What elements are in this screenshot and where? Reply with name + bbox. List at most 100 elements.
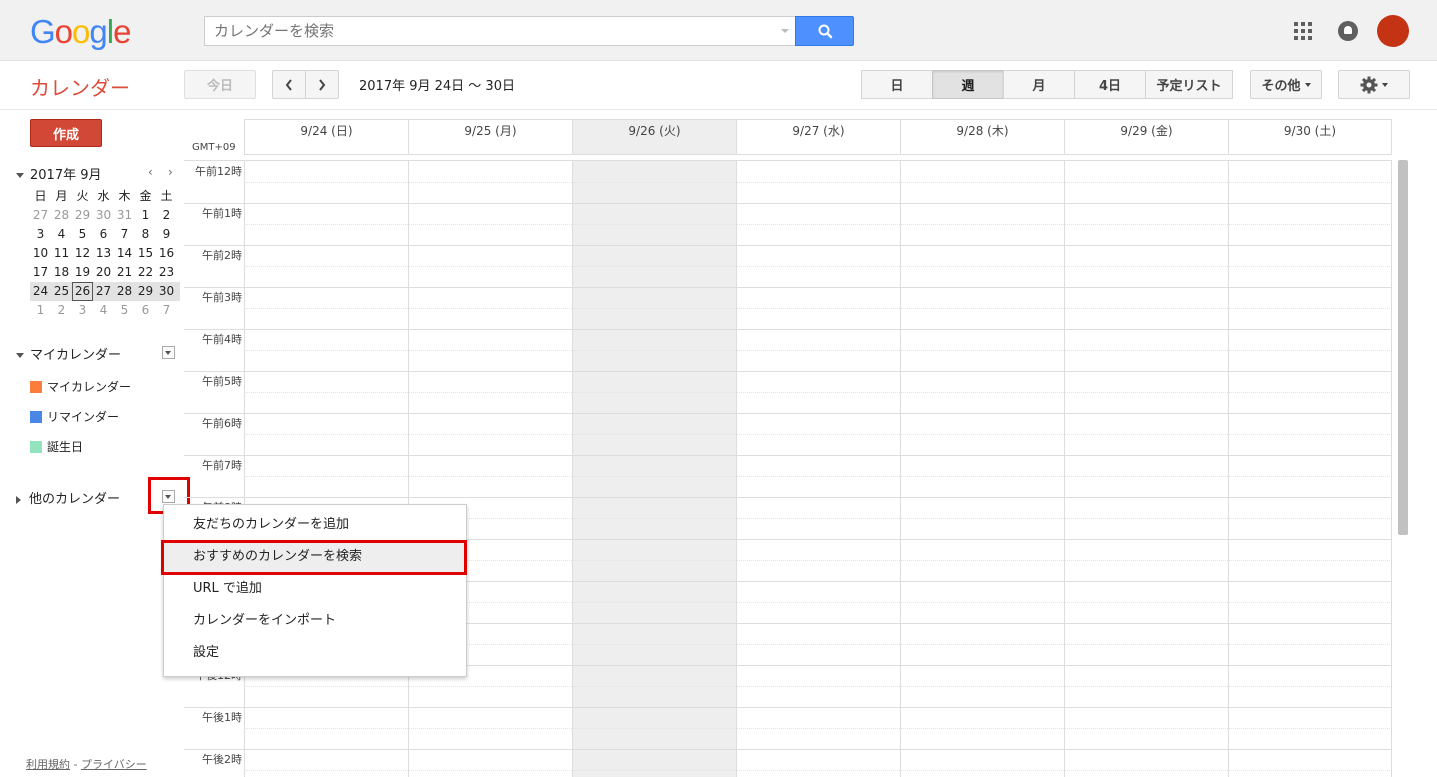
mini-calendar-week[interactable]: 1234567: [30, 301, 180, 320]
other-calendars-header[interactable]: 他のカレンダー: [16, 488, 120, 507]
mini-calendar-day[interactable]: 25: [51, 282, 72, 301]
mini-calendar-day[interactable]: 28: [51, 206, 72, 225]
mini-calendar-day[interactable]: 11: [51, 244, 72, 263]
mini-calendar-day[interactable]: 30: [156, 282, 177, 301]
collapse-triangle-icon[interactable]: [16, 353, 24, 358]
mini-calendar-day[interactable]: 7: [114, 225, 135, 244]
calendar-list-item[interactable]: マイカレンダー: [30, 378, 131, 395]
mini-calendar-day[interactable]: 2: [51, 301, 72, 320]
calendar-list-item[interactable]: リマインダー: [30, 408, 119, 425]
settings-button[interactable]: [1338, 70, 1410, 99]
mini-calendar-day[interactable]: 27: [30, 206, 51, 225]
all-day-cell[interactable]: [408, 143, 572, 155]
mini-calendar-day[interactable]: 27: [93, 282, 114, 301]
mini-calendar-day[interactable]: 2: [156, 206, 177, 225]
mini-calendar-day[interactable]: 26: [72, 282, 93, 301]
mini-calendar-day[interactable]: 6: [93, 225, 114, 244]
view-button[interactable]: 週: [932, 70, 1004, 99]
search-options-caret-icon[interactable]: [781, 29, 789, 33]
all-day-cell[interactable]: [244, 143, 408, 155]
mini-calendar-day[interactable]: 24: [30, 282, 51, 301]
next-week-button[interactable]: [305, 70, 339, 99]
all-day-cell[interactable]: [736, 143, 900, 155]
mini-calendar-day[interactable]: 13: [93, 244, 114, 263]
day-column[interactable]: [900, 161, 1064, 777]
day-header[interactable]: 9/28 (木): [900, 119, 1064, 143]
mini-calendar-day[interactable]: 15: [135, 244, 156, 263]
mini-calendar-day[interactable]: 1: [30, 301, 51, 320]
day-column[interactable]: [736, 161, 900, 777]
mini-calendar-day[interactable]: 7: [156, 301, 177, 320]
mini-calendar-day[interactable]: 28: [114, 282, 135, 301]
mini-calendar-day[interactable]: 9: [156, 225, 177, 244]
view-button[interactable]: 日: [861, 70, 933, 99]
mini-calendar-day[interactable]: 1: [135, 206, 156, 225]
my-calendars-dropdown-icon[interactable]: [162, 346, 175, 359]
day-column[interactable]: [244, 161, 408, 777]
search-button[interactable]: [795, 16, 854, 46]
privacy-link[interactable]: プライバシー: [81, 758, 147, 771]
view-button[interactable]: 4日: [1074, 70, 1146, 99]
day-header[interactable]: 9/27 (水): [736, 119, 900, 143]
all-day-cell[interactable]: [572, 143, 736, 155]
day-column[interactable]: [408, 161, 572, 777]
day-column[interactable]: [1228, 161, 1392, 777]
expand-triangle-icon[interactable]: [16, 495, 21, 504]
mini-calendar-day[interactable]: 3: [30, 225, 51, 244]
mini-calendar-day[interactable]: 16: [156, 244, 177, 263]
mini-calendar-day[interactable]: 12: [72, 244, 93, 263]
day-header[interactable]: 9/30 (土): [1228, 119, 1392, 143]
menu-item[interactable]: 設定: [164, 637, 466, 669]
mini-calendar-day[interactable]: 20: [93, 263, 114, 282]
grid-scrollbar[interactable]: [1398, 160, 1408, 535]
all-day-cell[interactable]: [900, 143, 1064, 155]
mini-calendar-day[interactable]: 3: [72, 301, 93, 320]
all-day-cell[interactable]: [1228, 143, 1392, 155]
all-day-cell[interactable]: [1064, 143, 1228, 155]
more-button[interactable]: その他: [1250, 70, 1322, 99]
mini-calendar-day[interactable]: 23: [156, 263, 177, 282]
mini-calendar-week[interactable]: 27 28 29 30 31 1 2: [30, 206, 180, 225]
collapse-triangle-icon[interactable]: [16, 173, 24, 178]
day-header[interactable]: 9/29 (金): [1064, 119, 1228, 143]
my-calendars-header[interactable]: マイカレンダー: [16, 344, 121, 363]
mini-calendar-day[interactable]: 31: [114, 206, 135, 225]
mini-calendar-day[interactable]: 22: [135, 263, 156, 282]
mini-calendar-day[interactable]: 6: [135, 301, 156, 320]
search-input[interactable]: [205, 17, 765, 45]
notifications-icon[interactable]: [1338, 21, 1358, 41]
day-column[interactable]: [1064, 161, 1228, 777]
mini-calendar-day[interactable]: 18: [51, 263, 72, 282]
calendar-list-item[interactable]: 誕生日: [30, 438, 83, 455]
google-logo[interactable]: Google: [30, 13, 131, 51]
mini-calendar-day[interactable]: 4: [93, 301, 114, 320]
today-button[interactable]: 今日: [184, 70, 256, 99]
mini-calendar-week[interactable]: 24 25 26 27 28 29 30: [30, 282, 180, 301]
create-event-button[interactable]: 作成: [30, 119, 102, 147]
mini-calendar-header[interactable]: 2017年 9月: [16, 164, 102, 183]
account-avatar[interactable]: [1377, 15, 1409, 47]
mini-calendar-day[interactable]: 8: [135, 225, 156, 244]
mini-calendar-day[interactable]: 14: [114, 244, 135, 263]
search-box[interactable]: [204, 16, 795, 46]
mini-calendar-next[interactable]: ›: [168, 165, 173, 179]
mini-calendar-week[interactable]: 10 11 12 13 14 15 16: [30, 244, 180, 263]
prev-week-button[interactable]: [272, 70, 306, 99]
apps-grid-icon[interactable]: [1294, 22, 1312, 40]
day-column[interactable]: [572, 161, 736, 777]
terms-link[interactable]: 利用規約: [26, 758, 70, 771]
mini-calendar-day[interactable]: 5: [72, 225, 93, 244]
mini-calendar-day[interactable]: 19: [72, 263, 93, 282]
mini-calendar-day[interactable]: 30: [93, 206, 114, 225]
day-header[interactable]: 9/26 (火): [572, 119, 736, 143]
mini-calendar-week[interactable]: 3456789: [30, 225, 180, 244]
mini-calendar-day[interactable]: 29: [135, 282, 156, 301]
menu-item[interactable]: URL で追加: [164, 573, 466, 605]
day-header[interactable]: 9/25 (月): [408, 119, 572, 143]
menu-item[interactable]: 友だちのカレンダーを追加: [164, 509, 466, 541]
mini-calendar-day[interactable]: 21: [114, 263, 135, 282]
menu-item[interactable]: カレンダーをインポート: [164, 605, 466, 637]
mini-calendar-day[interactable]: 4: [51, 225, 72, 244]
day-header[interactable]: 9/24 (日): [244, 119, 408, 143]
mini-calendar-day[interactable]: 17: [30, 263, 51, 282]
